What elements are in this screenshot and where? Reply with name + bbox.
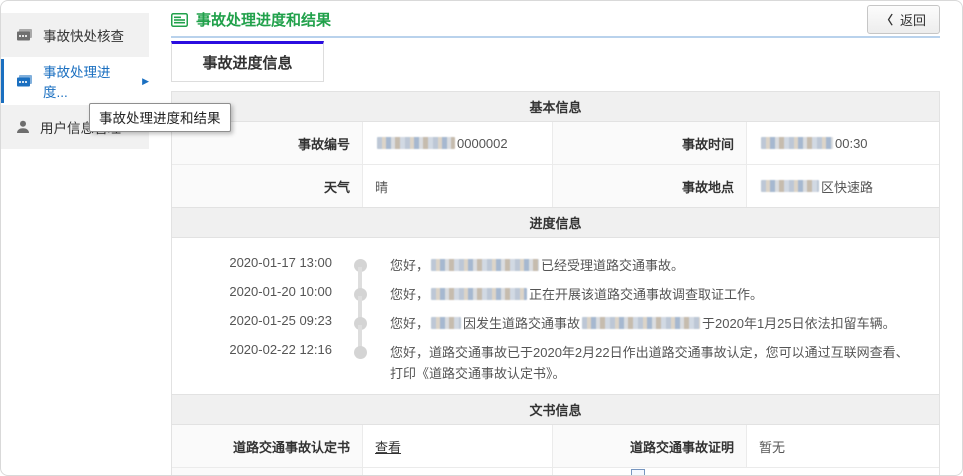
header-divider [171, 36, 940, 38]
sidebar: 事故快处核查事故处理进度...▶用户信息管理 事故处理进度和结果 [1, 13, 149, 151]
timeline-entry: 2020-01-17 13:00 您好， 已经受理道路交通事故。 [228, 252, 939, 281]
field-label: 道路交通事故认定书 [172, 425, 362, 467]
chevron-left-icon: 〈 [881, 11, 893, 28]
sidebar-tooltip: 事故处理进度和结果 [89, 103, 231, 132]
value-text: 您好， [390, 258, 429, 273]
value-text: 暂无 [759, 437, 785, 456]
page-title: 事故处理进度和结果 [196, 9, 331, 30]
redacted-text [431, 317, 461, 329]
timeline-entry: 2020-01-20 10:00 您好， 正在开展该道路交通事故调查取证工作。 [228, 281, 939, 310]
field-label: 天气 [172, 165, 362, 207]
main-content: 事故处理进度和结果 〈 返回 事故进度信息 基本信息 事故编号0000002事故… [171, 1, 940, 476]
progress-timeline: 2020-01-17 13:00 您好， 已经受理道路交通事故。 2020-01-20… [172, 238, 939, 394]
app-window: 事故快处核查事故处理进度...▶用户信息管理 事故处理进度和结果 事故处理进度和… [0, 0, 963, 476]
timeline-message: 您好， 正在开展该道路交通事故调查取证工作。 [388, 281, 939, 310]
field-value: 00:30 [746, 122, 939, 164]
field-value: 区快速路 [746, 165, 939, 207]
timeline-connector [332, 339, 388, 384]
redacted-text [582, 317, 700, 329]
empty-cell [552, 468, 939, 476]
field-label: 事故地点 [552, 165, 746, 207]
section-title-progress: 进度信息 [172, 207, 939, 238]
document-info-row: 复核结论暂无 [172, 467, 939, 476]
basic-info-row: 天气晴 事故地点 区快速路 [172, 164, 939, 207]
broken-image-icon [631, 469, 645, 476]
value-text: 您好，道路交通事故已于2020年2月22日作出道路交通事故认定，您可以通过互联网… [390, 345, 909, 381]
accident-card-icon [16, 74, 33, 88]
timeline-message: 您好， 已经受理道路交通事故。 [388, 252, 939, 281]
timeline-message: 您好， 因发生道路交通事故 于2020年1月25日依法扣留车辆。 [388, 310, 939, 339]
redacted-text [431, 288, 527, 300]
redacted-text [761, 137, 833, 149]
sidebar-item[interactable]: 事故处理进度... ▶ [1, 59, 149, 103]
timeline-dot-icon [354, 346, 367, 359]
sidebar-item-label: 事故处理进度... [43, 61, 128, 101]
value-text: 晴 [375, 177, 388, 196]
field-value: 暂无 [746, 425, 939, 467]
sidebar-item[interactable]: 事故快处核查 [1, 13, 149, 57]
user-icon [16, 120, 30, 134]
detail-table: 基本信息 事故编号0000002事故时间 00:30天气晴事故地点区快速路 进度… [171, 91, 940, 476]
timeline-timestamp: 2020-02-22 12:16 [228, 339, 332, 384]
value-text: 0000002 [457, 136, 508, 151]
redacted-text [431, 259, 539, 271]
field-value: 晴 [362, 165, 552, 207]
value-text: 00:30 [835, 136, 868, 151]
value-text: 区快速路 [821, 177, 873, 196]
field-label: 复核结论 [172, 468, 362, 476]
main-header: 事故处理进度和结果 〈 返回 [171, 1, 940, 33]
value-text: 已经受理道路交通事故。 [541, 258, 684, 273]
field-value: 查看 [362, 425, 552, 467]
sidebar-item-label: 事故快处核查 [43, 25, 124, 45]
basic-info-row: 事故编号0000002事故时间 00:30 [172, 122, 939, 164]
field-value: 0000002 [362, 122, 552, 164]
back-button-label: 返回 [900, 10, 926, 29]
value-text: 您好， [390, 287, 429, 302]
timeline-message: 您好，道路交通事故已于2020年2月22日作出道路交通事故认定，您可以通过互联网… [388, 339, 939, 384]
field-label: 道路交通事故证明 [552, 425, 746, 467]
field-label: 事故时间 [552, 122, 746, 164]
redacted-text [761, 180, 819, 192]
timeline-timestamp: 2020-01-25 09:23 [228, 310, 332, 339]
redacted-text [377, 137, 455, 149]
timeline-timestamp: 2020-01-20 10:00 [228, 281, 332, 310]
section-title-basic: 基本信息 [172, 92, 939, 122]
section-title-documents: 文书信息 [172, 394, 939, 425]
view-link[interactable]: 查看 [375, 437, 401, 456]
timeline-timestamp: 2020-01-17 13:00 [228, 252, 332, 281]
document-info-row: 道路交通事故认定书查看 道路交通事故证明暂无 [172, 425, 939, 467]
tab-accident-progress[interactable]: 事故进度信息 [171, 41, 324, 82]
value-text: 因发生道路交通事故 [463, 316, 580, 331]
field-value: 暂无 [362, 468, 552, 476]
timeline-entry: 2020-02-22 12:16 您好，道路交通事故已于2020年2月22日作出道… [228, 339, 939, 384]
timeline-entry: 2020-01-25 09:23 您好， 因发生道路交通事故 于2020年1月25日依… [228, 310, 939, 339]
value-text: 您好， [390, 316, 429, 331]
value-text: 正在开展该道路交通事故调查取证工作。 [529, 287, 763, 302]
list-icon [171, 13, 188, 27]
back-button[interactable]: 〈 返回 [867, 5, 940, 34]
accident-card-icon [16, 28, 33, 42]
chevron-right-icon: ▶ [142, 76, 149, 87]
value-text: 于2020年1月25日依法扣留车辆。 [702, 316, 896, 331]
